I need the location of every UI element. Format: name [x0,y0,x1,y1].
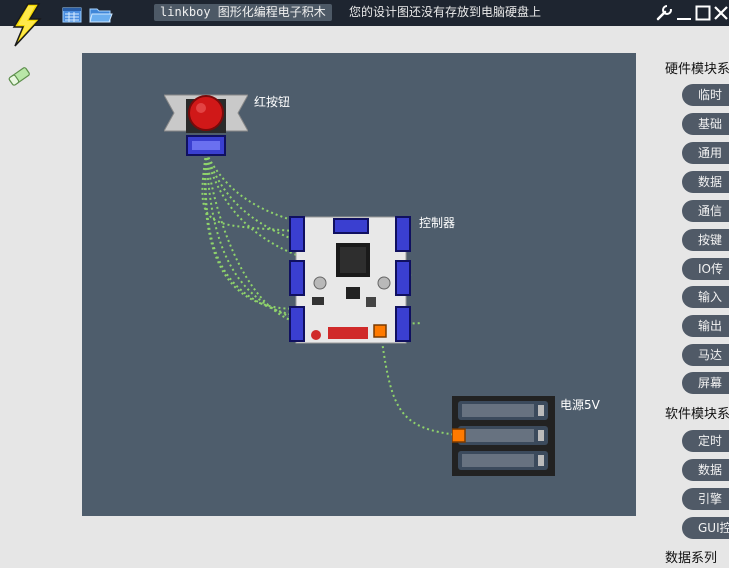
software-category-title: 软件模块系 [665,407,729,422]
software-item[interactable]: GUI控 [682,517,729,539]
red-button-module[interactable] [163,93,249,157]
app-title: linkboy 图形化编程电子积木 [154,4,332,21]
software-item[interactable]: 数据 [682,459,729,481]
red-button-label: 红按钮 [254,95,291,109]
hardware-item[interactable]: 按键 [682,229,729,251]
close-icon[interactable] [712,4,729,22]
battery-pack-icon [451,396,555,476]
controller-module[interactable] [288,215,414,345]
title-bar: linkboy 图形化编程电子积木 您的设计图还没有存放到电脑硬盘上 [0,0,729,26]
open-folder-icon[interactable] [89,6,113,23]
controller-board-icon [289,216,411,344]
red-button-icon [163,94,249,156]
hardware-item[interactable]: 屏幕 [682,372,729,394]
hardware-item[interactable]: IO传 [682,258,729,280]
controller-label: 控制器 [419,216,456,230]
hardware-item[interactable]: 输出 [682,315,729,337]
battery-module[interactable] [451,396,555,476]
hardware-item[interactable]: 基础 [682,113,729,135]
new-file-icon[interactable] [62,6,82,23]
maximize-icon[interactable] [694,4,712,22]
hardware-item[interactable]: 输入 [682,286,729,308]
hardware-item[interactable]: 通用 [682,142,729,164]
software-item[interactable]: 引擎 [682,488,729,510]
hardware-category-title: 硬件模块系 [665,62,729,77]
software-item[interactable]: 定时 [682,430,729,452]
power-label: 电源5V [560,398,600,412]
save-status-text: 您的设计图还没有存放到电脑硬盘上 [349,5,542,19]
data-category-title: 数据系列 [665,551,718,566]
eraser-icon[interactable] [7,66,31,86]
minimize-icon[interactable] [675,4,693,22]
design-canvas[interactable]: 红按钮 控制器 电源5V [82,53,636,516]
hardware-item[interactable]: 马达 [682,344,729,366]
lightning-logo-icon [6,3,46,47]
hardware-item[interactable]: 临时 [682,84,729,106]
hardware-item[interactable]: 数据 [682,171,729,193]
hardware-item[interactable]: 通信 [682,200,729,222]
wrench-icon[interactable] [655,4,673,22]
